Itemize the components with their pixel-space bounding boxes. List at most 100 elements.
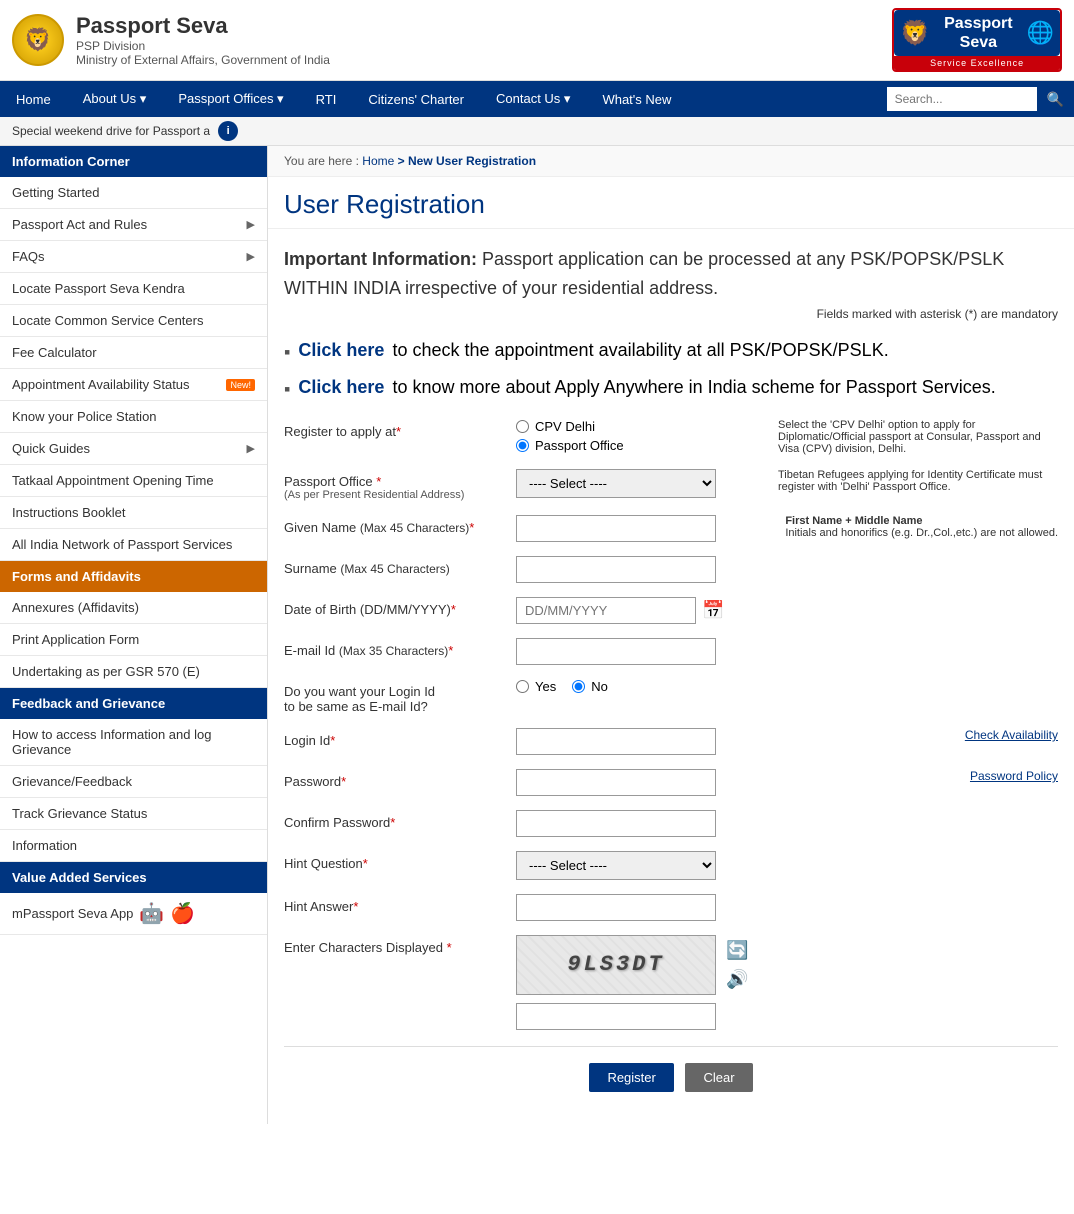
sidebar-item-fee-calc[interactable]: Fee Calculator (0, 337, 267, 369)
hint-question-select[interactable]: ---- Select ---- (516, 851, 716, 880)
captcha-action-buttons: 🔄 🔊 (726, 940, 748, 990)
sidebar-item-how-to-access[interactable]: How to access Information and log Grieva… (0, 719, 267, 766)
passport-seva-logo-badge: 🦁 PassportSeva 🌐 Service Excellence (892, 8, 1062, 72)
login-same-controls: Yes No (516, 679, 1058, 694)
sidebar-item-quick-guides[interactable]: Quick Guides ▶ (0, 433, 267, 465)
search-bar: 🔍 (887, 84, 1074, 115)
important-info-block: Important Information: Passport applicat… (284, 245, 1058, 303)
captcha-label: Enter Characters Displayed * (284, 935, 504, 955)
clear-button[interactable]: Clear (685, 1063, 752, 1092)
sidebar-item-grievance-feedback[interactable]: Grievance/Feedback (0, 766, 267, 798)
header-brand: Passport Seva PSP Division Ministry of E… (76, 13, 330, 67)
sidebar-item-appt-status[interactable]: Appointment Availability Status New! (0, 369, 267, 401)
passport-office-hint: Tibetan Refugees applying for Identity C… (778, 469, 1058, 493)
sidebar-item-track-grievance[interactable]: Track Grievance Status (0, 798, 267, 830)
nav-whats-new[interactable]: What's New (586, 82, 687, 117)
sidebar-item-instructions[interactable]: Instructions Booklet (0, 497, 267, 529)
register-button[interactable]: Register (589, 1063, 673, 1092)
required-asterisk: * (341, 774, 346, 789)
sidebar-item-locate-psk[interactable]: Locate Passport Seva Kendra (0, 273, 267, 305)
required-asterisk: * (447, 940, 452, 955)
radio-yes-input[interactable] (516, 680, 529, 693)
click-link-item-2: Click here to know more about Apply Anyw… (284, 374, 1058, 403)
required-asterisk: * (330, 733, 335, 748)
dob-input[interactable] (516, 597, 696, 624)
radio-cpv-delhi-label: CPV Delhi (535, 419, 595, 434)
nav-rti[interactable]: RTI (300, 82, 353, 117)
page-title: User Registration (268, 177, 1074, 229)
captcha-area: 9LS3DT 🔄 🔊 (516, 935, 1058, 995)
password-input[interactable] (516, 769, 716, 796)
search-button[interactable]: 🔍 (1037, 84, 1074, 115)
mpassport-app-row: mPassport Seva App 🤖 🍎 (12, 901, 195, 926)
sidebar-item-getting-started[interactable]: Getting Started (0, 177, 267, 209)
radio-no[interactable]: No (572, 679, 608, 694)
confirm-password-input[interactable] (516, 810, 716, 837)
form-row-email: E-mail Id (Max 35 Characters)* (284, 638, 1058, 665)
given-name-hint-text: Initials and honorifics (e.g. Dr.,Col.,e… (785, 527, 1058, 539)
sidebar-item-police-station[interactable]: Know your Police Station (0, 401, 267, 433)
captcha-audio-button[interactable]: 🔊 (726, 969, 748, 990)
arrow-icon: ▶ (247, 442, 255, 455)
breadcrumb-separator: > (398, 154, 408, 168)
radio-passport-office[interactable]: Passport Office (516, 438, 766, 453)
sidebar-item-undertaking[interactable]: Undertaking as per GSR 570 (E) (0, 656, 267, 688)
login-same-label: Do you want your Login Idto be same as E… (284, 679, 504, 714)
search-input[interactable] (887, 87, 1037, 111)
sidebar-item-mpassport[interactable]: mPassport Seva App 🤖 🍎 (0, 893, 267, 935)
sidebar-item-locate-csc[interactable]: Locate Common Service Centers (0, 305, 267, 337)
captcha-refresh-button[interactable]: 🔄 (726, 940, 748, 961)
captcha-text: 9LS3DT (567, 952, 664, 977)
surname-input[interactable] (516, 556, 716, 583)
register-at-radio-group: CPV Delhi Passport Office (516, 419, 766, 453)
passport-office-controls: ---- Select ---- (516, 469, 766, 498)
nav-citizens-charter[interactable]: Citizens' Charter (352, 82, 480, 117)
arrow-icon: ▶ (247, 250, 255, 263)
dob-label: Date of Birth (DD/MM/YYYY)* (284, 597, 504, 617)
check-availability-link[interactable]: Check Availability (965, 728, 1058, 742)
mpassport-label: mPassport Seva App (12, 906, 133, 921)
email-input[interactable] (516, 638, 716, 665)
radio-yes[interactable]: Yes (516, 679, 556, 694)
sidebar-section-information-corner: Information Corner (0, 146, 267, 177)
radio-cpv-delhi-input[interactable] (516, 420, 529, 433)
hint-answer-input[interactable] (516, 894, 716, 921)
hint-question-label: Hint Question* (284, 851, 504, 871)
sidebar-item-print-form[interactable]: Print Application Form (0, 624, 267, 656)
sidebar-item-information[interactable]: Information (0, 830, 267, 862)
register-at-label: Register to apply at* (284, 419, 504, 439)
breadcrumb-home[interactable]: Home (362, 154, 394, 168)
nav-contact-us[interactable]: Contact Us ▾ (480, 81, 586, 117)
sidebar-item-tatkaal[interactable]: Tatkaal Appointment Opening Time (0, 465, 267, 497)
radio-no-input[interactable] (572, 680, 585, 693)
form-row-given-name: Given Name (Max 45 Characters)* First Na… (284, 515, 1058, 542)
sidebar-item-faqs[interactable]: FAQs ▶ (0, 241, 267, 273)
surname-controls (516, 556, 1058, 583)
nav-about-us[interactable]: About Us ▾ (67, 81, 163, 117)
radio-passport-office-input[interactable] (516, 439, 529, 452)
radio-no-label: No (591, 679, 608, 694)
password-policy-link[interactable]: Password Policy (970, 769, 1058, 783)
sidebar-item-ainps[interactable]: All India Network of Passport Services (0, 529, 267, 561)
calendar-icon[interactable]: 📅 (702, 600, 724, 621)
passport-office-select[interactable]: ---- Select ---- (516, 469, 716, 498)
main-nav: Home About Us ▾ Passport Offices ▾ RTI C… (0, 81, 1074, 117)
radio-yes-label: Yes (535, 679, 556, 694)
given-name-controls (516, 515, 773, 542)
nav-passport-offices[interactable]: Passport Offices ▾ (162, 81, 299, 117)
captcha-image: 9LS3DT (516, 935, 716, 995)
captcha-input[interactable] (516, 1003, 716, 1030)
ticker-info-button[interactable]: i (218, 121, 238, 141)
sidebar-item-annexures[interactable]: Annexures (Affidavits) (0, 592, 267, 624)
surname-label: Surname (Max 45 Characters) (284, 556, 504, 576)
radio-cpv-delhi[interactable]: CPV Delhi (516, 419, 766, 434)
given-name-input[interactable] (516, 515, 716, 542)
nav-home[interactable]: Home (0, 82, 67, 117)
click-link-2[interactable]: Click here (298, 374, 384, 403)
click-link-1[interactable]: Click here (298, 337, 384, 366)
passport-office-sub: (As per Present Residential Address) (284, 489, 504, 501)
login-id-input[interactable] (516, 728, 716, 755)
dob-controls: 📅 (516, 597, 1058, 624)
important-prefix: Important Information: (284, 249, 477, 269)
sidebar-item-passport-act[interactable]: Passport Act and Rules ▶ (0, 209, 267, 241)
